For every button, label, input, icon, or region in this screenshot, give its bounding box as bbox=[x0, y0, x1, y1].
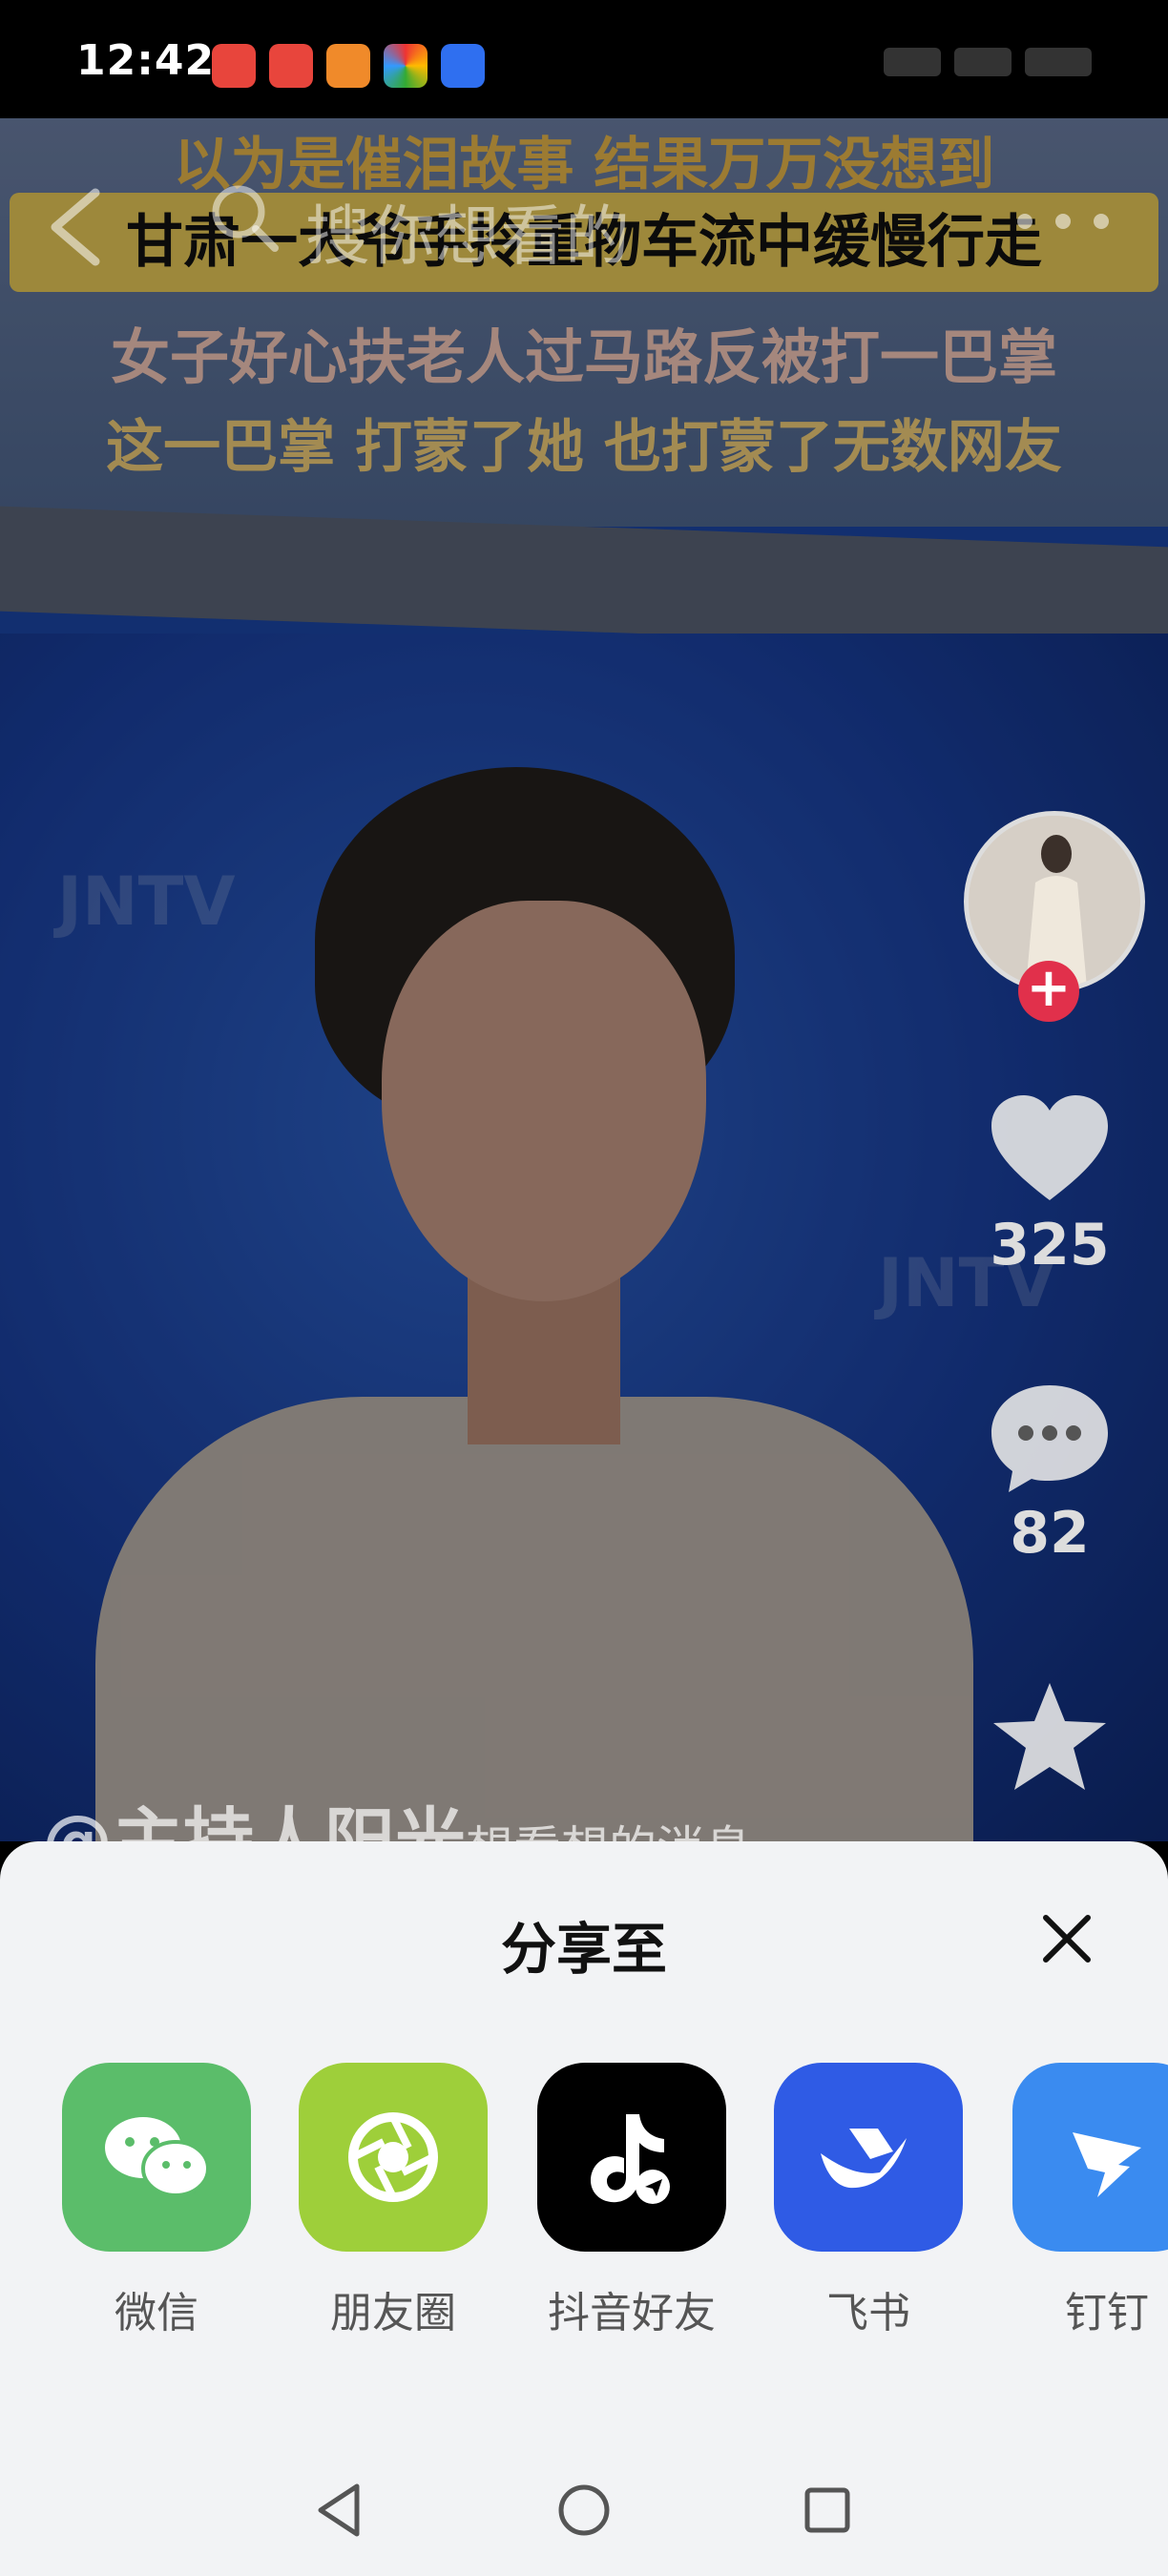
search-icon[interactable] bbox=[206, 179, 282, 256]
system-nav-bar bbox=[0, 2442, 1168, 2576]
heart-icon bbox=[991, 1095, 1108, 1200]
feishu-bird-icon bbox=[821, 2129, 907, 2189]
comment-button[interactable]: 82 bbox=[973, 1381, 1126, 1567]
share-wechat[interactable]: 微信 bbox=[61, 2063, 252, 2339]
nav-recents-icon[interactable] bbox=[794, 2477, 861, 2544]
top-bar: 搜你想看的 bbox=[0, 118, 1168, 309]
share-label-moments: 朋友圈 bbox=[330, 2289, 456, 2337]
wechat-icon bbox=[105, 2117, 210, 2197]
app-icon-orange-heart bbox=[326, 44, 370, 88]
status-time: 12:42 bbox=[76, 36, 216, 85]
app-icon-blue bbox=[441, 44, 485, 88]
search-input[interactable]: 搜你想看的 bbox=[305, 183, 630, 278]
share-dingtalk[interactable]: 钉钉 bbox=[1012, 2063, 1168, 2339]
nav-home-icon[interactable] bbox=[551, 2477, 617, 2544]
status-bar: 12:42 bbox=[0, 0, 1168, 118]
share-label-douyin-friends: 抖音好友 bbox=[548, 2289, 716, 2337]
moments-tile bbox=[299, 2063, 488, 2252]
share-label-dingtalk: 钉钉 bbox=[1065, 2289, 1149, 2337]
back-arrow-icon[interactable] bbox=[42, 187, 109, 267]
share-sheet-title: 分享至 bbox=[500, 1917, 667, 1982]
app-icon-colorful bbox=[384, 44, 428, 88]
comment-icon bbox=[991, 1385, 1108, 1492]
wechat-tile bbox=[62, 2063, 251, 2252]
follow-button[interactable]: + bbox=[1018, 961, 1079, 1022]
share-douyin-friends[interactable]: 抖音好友 bbox=[536, 2063, 727, 2339]
wifi-icon bbox=[954, 48, 1012, 76]
share-feishu[interactable]: 飞书 bbox=[773, 2063, 964, 2339]
video-player[interactable]: 以为是催泪故事 结果万万没想到 甘肃一大爷手拎重物车流中缓慢行走 女子好心扶老人… bbox=[0, 118, 1168, 1841]
like-count: 325 bbox=[990, 1212, 1110, 1278]
video-dim-overlay bbox=[0, 118, 1168, 1841]
share-label-feishu: 飞书 bbox=[826, 2289, 910, 2337]
status-indicators bbox=[884, 48, 1092, 76]
share-targets-row: 微信 朋友圈 抖音好友 飞书 钉钉 bbox=[0, 2063, 1168, 2368]
battery-icon bbox=[1025, 48, 1092, 76]
share-moments[interactable]: 朋友圈 bbox=[298, 2063, 489, 2339]
feishu-tile bbox=[774, 2063, 963, 2252]
app-icon-red-1 bbox=[212, 44, 256, 88]
star-icon bbox=[993, 1683, 1106, 1790]
like-button[interactable]: 325 bbox=[973, 1093, 1126, 1278]
dingtalk-wing-icon bbox=[1073, 2132, 1141, 2197]
dingtalk-tile bbox=[1012, 2063, 1168, 2252]
status-app-icons bbox=[212, 44, 485, 88]
more-icon[interactable] bbox=[1015, 212, 1111, 231]
moments-aperture-icon bbox=[348, 2112, 438, 2202]
favorite-button[interactable] bbox=[973, 1679, 1126, 1801]
share-label-wechat: 微信 bbox=[115, 2289, 198, 2337]
close-icon[interactable] bbox=[1036, 1908, 1097, 1969]
douyin-tile bbox=[537, 2063, 726, 2252]
comment-count: 82 bbox=[1010, 1500, 1090, 1567]
app-icon-red-2 bbox=[269, 44, 313, 88]
signal-icon bbox=[884, 48, 941, 76]
nav-back-icon[interactable] bbox=[307, 2477, 374, 2544]
douyin-note-icon bbox=[590, 2114, 670, 2204]
